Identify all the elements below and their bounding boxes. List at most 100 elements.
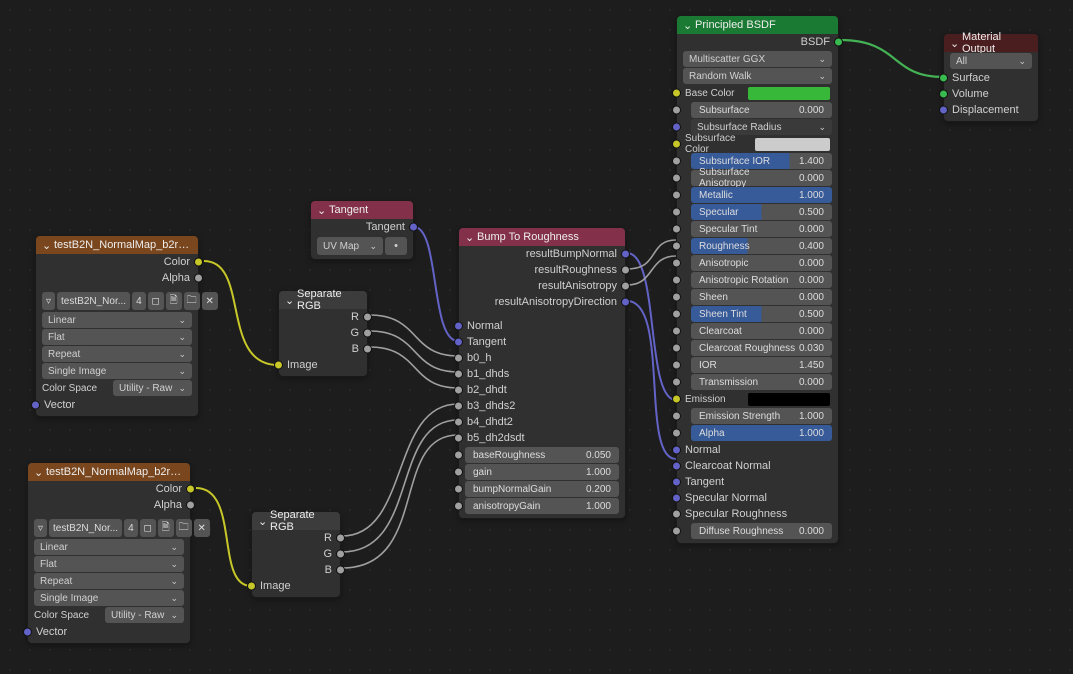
image-icon[interactable]: ▿ bbox=[42, 292, 55, 310]
socket-aniso[interactable] bbox=[672, 259, 681, 268]
socket-b[interactable] bbox=[336, 566, 345, 575]
node-separate-rgb-0[interactable]: ⌄ Separate RGB R G B Image bbox=[278, 290, 368, 377]
socket-b5[interactable] bbox=[454, 434, 463, 443]
image-users[interactable]: 4 bbox=[132, 292, 146, 310]
socket-basecolor[interactable] bbox=[672, 89, 681, 98]
socket-alpha[interactable] bbox=[194, 274, 203, 283]
extension-select[interactable]: Repeat⌄ bbox=[42, 346, 192, 362]
socket-subsurface[interactable] bbox=[672, 106, 681, 115]
tangent-uv-field[interactable]: • bbox=[385, 237, 407, 255]
socket-image[interactable] bbox=[247, 582, 256, 591]
param-sheen[interactable]: Sheen0.000 bbox=[691, 289, 832, 305]
open-image-icon[interactable]: 🗀 bbox=[176, 519, 192, 537]
colorspace-select[interactable]: Utility - Raw⌄ bbox=[113, 380, 192, 396]
socket-alpha[interactable] bbox=[672, 429, 681, 438]
socket-anrot[interactable] bbox=[672, 276, 681, 285]
socket-sscolor[interactable] bbox=[672, 140, 681, 149]
extension-select[interactable]: Repeat⌄ bbox=[34, 573, 184, 589]
param-anisotropic[interactable]: Anisotropic0.000 bbox=[691, 255, 832, 271]
param-base-roughness[interactable]: baseRoughness0.050 bbox=[465, 447, 619, 463]
colorspace-select[interactable]: Utility - Raw⌄ bbox=[105, 607, 184, 623]
socket-gain[interactable] bbox=[454, 468, 463, 477]
socket-spectint[interactable] bbox=[672, 225, 681, 234]
socket-tangent[interactable] bbox=[672, 478, 681, 487]
new-image-icon[interactable]: 🗎 bbox=[166, 292, 182, 310]
node-tangent[interactable]: ⌄ Tangent Tangent UV Map⌄ • bbox=[310, 200, 414, 260]
param-transmission[interactable]: Transmission0.000 bbox=[691, 374, 832, 390]
param-gain[interactable]: gain1.000 bbox=[465, 464, 619, 480]
basecolor-swatch[interactable] bbox=[748, 87, 830, 100]
param-subsurface[interactable]: Subsurface0.000 bbox=[691, 102, 832, 118]
node-principled-bsdf[interactable]: ⌄ Principled BSDF BSDF Multiscatter GGX⌄… bbox=[676, 15, 839, 544]
socket-image[interactable] bbox=[274, 361, 283, 370]
socket-anisotropy[interactable] bbox=[621, 282, 630, 291]
socket-bump-gain[interactable] bbox=[454, 485, 463, 494]
node-image-texture-1[interactable]: ⌄ testB2N_NormalMap_b2r_split1.exr Color… bbox=[27, 462, 191, 644]
socket-specular-roughness[interactable] bbox=[672, 510, 681, 519]
socket-clearcoat[interactable] bbox=[672, 327, 681, 336]
target-select[interactable]: All⌄ bbox=[950, 53, 1032, 69]
param-roughness[interactable]: Roughness0.400 bbox=[691, 238, 832, 254]
socket-b1[interactable] bbox=[454, 370, 463, 379]
socket-tangent[interactable] bbox=[409, 223, 418, 232]
image-selector-bar[interactable]: ▿ testB2N_Nor... 4 ◻ 🗎 🗀 ✕ bbox=[42, 292, 192, 310]
socket-color[interactable] bbox=[194, 258, 203, 267]
socket-surface[interactable] bbox=[939, 74, 948, 83]
socket-diffrough[interactable] bbox=[672, 527, 681, 536]
socket-tangent[interactable] bbox=[454, 338, 463, 347]
distribution-select[interactable]: Multiscatter GGX⌄ bbox=[683, 51, 832, 67]
node-header[interactable]: ⌄ Separate RGB bbox=[252, 512, 340, 530]
projection-select[interactable]: Flat⌄ bbox=[42, 329, 192, 345]
socket-aniso-gain[interactable] bbox=[454, 502, 463, 511]
node-material-output[interactable]: ⌄ Material Output All⌄ Surface Volume Di… bbox=[943, 33, 1039, 122]
param-subsurface-aniso[interactable]: Subsurface Anisotropy0.000 bbox=[691, 170, 832, 186]
socket-g[interactable] bbox=[363, 329, 372, 338]
node-header[interactable]: ⌄ Bump To Roughness bbox=[459, 228, 625, 246]
open-image-icon[interactable]: 🗀 bbox=[184, 292, 200, 310]
interpolation-select[interactable]: Linear⌄ bbox=[42, 312, 192, 328]
socket-color[interactable] bbox=[186, 485, 195, 494]
param-aniso-rotation[interactable]: Anisotropic Rotation0.000 bbox=[691, 272, 832, 288]
param-emission-strength[interactable]: Emission Strength1.000 bbox=[691, 408, 832, 424]
socket-vector[interactable] bbox=[23, 628, 32, 637]
socket-emit-strength[interactable] bbox=[672, 412, 681, 421]
param-bump-normal-gain[interactable]: bumpNormalGain0.200 bbox=[465, 481, 619, 497]
socket-normal[interactable] bbox=[454, 322, 463, 331]
socket-vector[interactable] bbox=[31, 401, 40, 410]
param-alpha[interactable]: Alpha1.000 bbox=[691, 425, 832, 441]
socket-sheentint[interactable] bbox=[672, 310, 681, 319]
socket-ssr[interactable] bbox=[672, 123, 681, 132]
socket-roughness[interactable] bbox=[672, 242, 681, 251]
image-icon[interactable]: ▿ bbox=[34, 519, 47, 537]
image-users[interactable]: 4 bbox=[124, 519, 138, 537]
socket-metallic[interactable] bbox=[672, 191, 681, 200]
interpolation-select[interactable]: Linear⌄ bbox=[34, 539, 184, 555]
node-header[interactable]: ⌄ testB2N_NormalMap_b2r_split1.exr bbox=[28, 463, 190, 481]
socket-b3[interactable] bbox=[454, 402, 463, 411]
node-image-texture-0[interactable]: ⌄ testB2N_NormalMap_b2r_split0.exr Color… bbox=[35, 235, 199, 417]
socket-specular[interactable] bbox=[672, 208, 681, 217]
frame-mode-select[interactable]: Single Image⌄ bbox=[34, 590, 184, 606]
image-name-field[interactable]: testB2N_Nor... bbox=[49, 519, 122, 537]
socket-ior[interactable] bbox=[672, 361, 681, 370]
socket-base-roughness[interactable] bbox=[454, 451, 463, 460]
socket-roughness[interactable] bbox=[621, 266, 630, 275]
socket-g[interactable] bbox=[336, 550, 345, 559]
node-separate-rgb-1[interactable]: ⌄ Separate RGB R G B Image bbox=[251, 511, 341, 598]
socket-bump-normal[interactable] bbox=[621, 250, 630, 259]
socket-alpha[interactable] bbox=[186, 501, 195, 510]
node-header[interactable]: ⌄ Separate RGB bbox=[279, 291, 367, 309]
image-name-field[interactable]: testB2N_Nor... bbox=[57, 292, 130, 310]
param-sheen-tint[interactable]: Sheen Tint0.500 bbox=[691, 306, 832, 322]
socket-emission[interactable] bbox=[672, 395, 681, 404]
node-bump-to-roughness[interactable]: ⌄ Bump To Roughness resultBumpNormal res… bbox=[458, 227, 626, 519]
param-clearcoat-roughness[interactable]: Clearcoat Roughness0.030 bbox=[691, 340, 832, 356]
socket-clearcoat-normal[interactable] bbox=[672, 462, 681, 471]
emission-swatch[interactable] bbox=[748, 393, 830, 406]
param-metallic[interactable]: Metallic1.000 bbox=[691, 187, 832, 203]
node-header[interactable]: ⌄ Principled BSDF bbox=[677, 16, 838, 34]
socket-trans[interactable] bbox=[672, 378, 681, 387]
socket-r[interactable] bbox=[363, 313, 372, 322]
socket-volume[interactable] bbox=[939, 90, 948, 99]
socket-b[interactable] bbox=[363, 345, 372, 354]
